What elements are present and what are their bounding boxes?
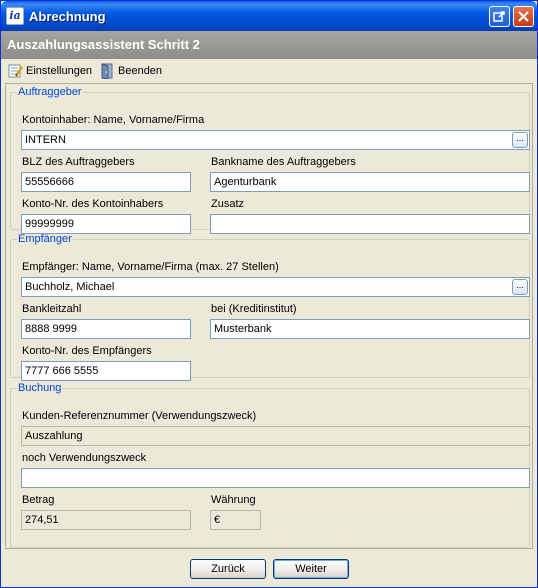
- toolbar: Einstellungen Beenden: [1, 59, 537, 83]
- section-buchung: Buchung Kunden-Referenznummer (Verwendun…: [10, 382, 530, 548]
- exit-door-icon: [101, 63, 113, 79]
- currency-label: Währung: [211, 494, 256, 506]
- extra-input[interactable]: [210, 214, 530, 234]
- recipient-name-label: Empfänger: Name, Vorname/Firma (max. 27 …: [22, 261, 279, 273]
- extra-label: Zusatz: [211, 198, 245, 210]
- recipient-bank-label: bei (Kreditinstitut): [211, 303, 297, 315]
- back-button[interactable]: Zurück: [190, 559, 266, 579]
- recipient-browse-button[interactable]: ...: [512, 279, 528, 295]
- section-empfaenger: Empfänger Empfänger: Name, Vorname/Firma…: [10, 233, 530, 381]
- payer-bank-label: Bankname des Auftraggebers: [211, 156, 356, 168]
- restore-icon: [493, 11, 505, 22]
- amount-label: Betrag: [22, 494, 55, 506]
- exit-button[interactable]: Beenden: [99, 63, 162, 79]
- recipient-name-input[interactable]: Buchholz, Michael: [21, 277, 530, 297]
- settings-button[interactable]: Einstellungen: [7, 63, 92, 79]
- main-window: ia Abrechnung Auszahlungsassistent Schri…: [0, 0, 538, 588]
- recipient-account-label: Konto-Nr. des Empfängers: [22, 345, 152, 357]
- purpose-label: noch Verwendungszweck: [22, 452, 147, 464]
- button-bar: Zurück Weiter: [1, 553, 537, 587]
- payer-account-label: Konto-Nr. des Kontoinhabers: [22, 198, 164, 210]
- recipient-blz-input[interactable]: 8888 9999: [21, 319, 191, 339]
- form-panel: Auftraggeber Kontoinhaber: Name, Vorname…: [5, 83, 533, 549]
- payer-bank-input[interactable]: Agenturbank: [210, 172, 530, 192]
- window-title: Abrechnung: [29, 9, 106, 24]
- close-icon: [518, 11, 529, 22]
- wizard-title: Auszahlungsassistent Schritt 2: [7, 37, 200, 52]
- holder-label: Kontoinhaber: Name, Vorname/Firma: [22, 114, 205, 126]
- recipient-account-input[interactable]: 7777 666 5555: [21, 361, 191, 381]
- payer-blz-input[interactable]: 55556666: [21, 172, 191, 192]
- exit-label: Beenden: [118, 65, 163, 77]
- holder-input[interactable]: INTERN: [21, 130, 530, 150]
- settings-label: Einstellungen: [26, 65, 93, 77]
- restore-button[interactable]: [489, 6, 510, 27]
- section-auftraggeber-legend: Auftraggeber: [18, 86, 82, 98]
- purpose-input[interactable]: [21, 468, 530, 488]
- recipient-bank-input[interactable]: Musterbank: [210, 319, 530, 339]
- amount-input: 274,51: [21, 510, 191, 530]
- app-icon: ia: [6, 7, 24, 25]
- wizard-header: Auszahlungsassistent Schritt 2: [1, 31, 537, 59]
- section-auftraggeber: Auftraggeber Kontoinhaber: Name, Vorname…: [10, 86, 530, 234]
- recipient-blz-label: Bankleitzahl: [22, 303, 82, 315]
- section-empfaenger-legend: Empfänger: [18, 233, 72, 245]
- holder-browse-button[interactable]: ...: [512, 132, 528, 148]
- reference-label: Kunden-Referenznummer (Verwendungszweck): [22, 410, 257, 422]
- currency-input: €: [210, 510, 261, 530]
- settings-icon: [8, 64, 23, 78]
- payer-blz-label: BLZ des Auftraggebers: [22, 156, 135, 168]
- title-bar[interactable]: ia Abrechnung: [1, 1, 537, 31]
- next-button[interactable]: Weiter: [273, 559, 349, 579]
- reference-input: Auszahlung: [21, 426, 530, 446]
- close-button[interactable]: [513, 6, 534, 27]
- section-buchung-legend: Buchung: [18, 382, 62, 394]
- payer-account-input[interactable]: 99999999: [21, 214, 191, 234]
